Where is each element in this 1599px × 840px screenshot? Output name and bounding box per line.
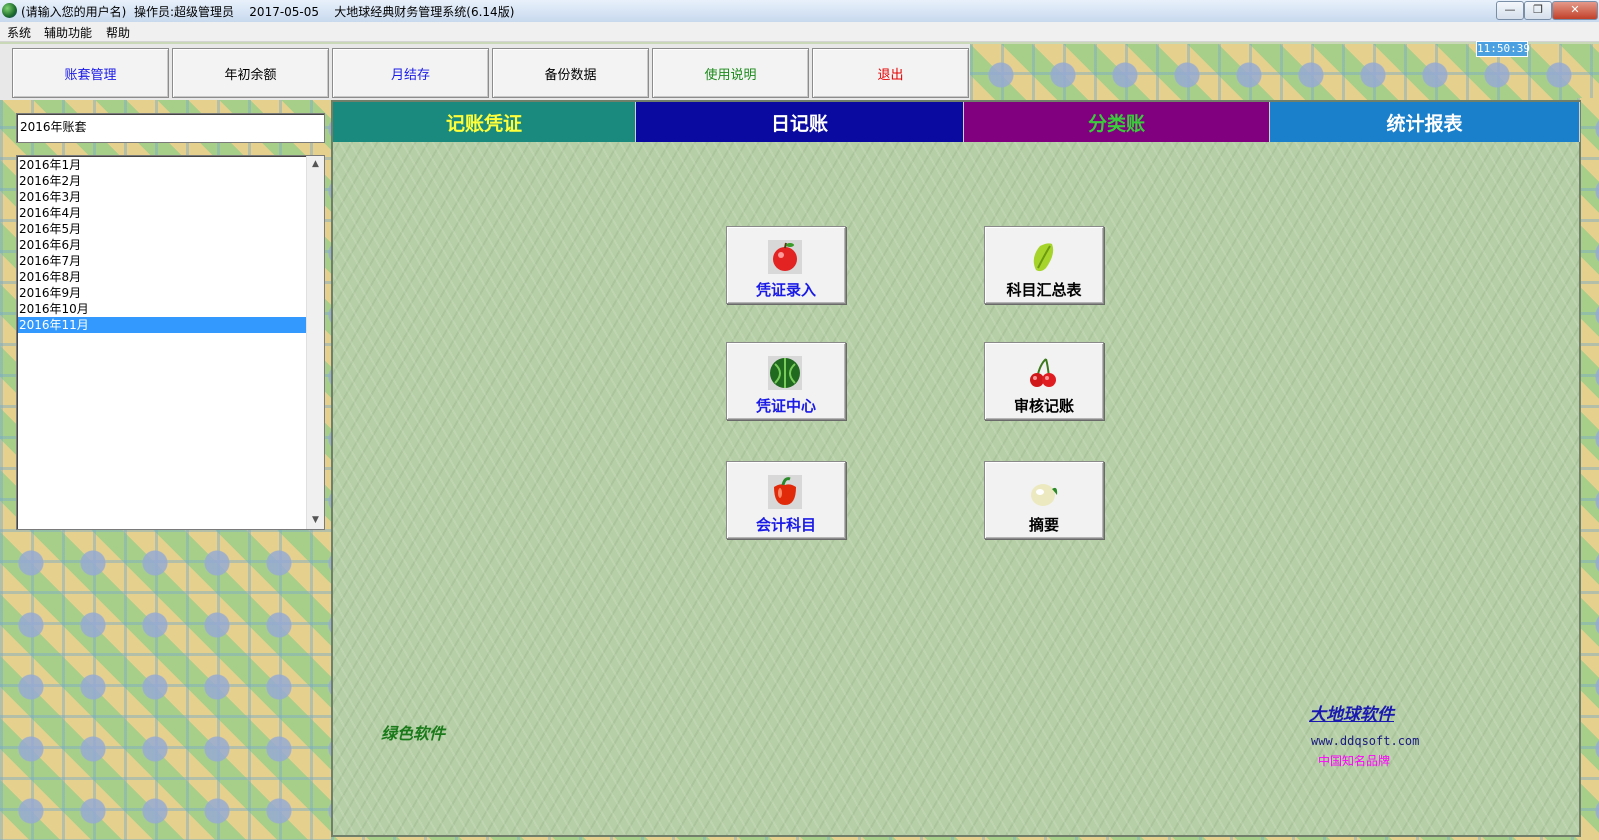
period-list[interactable]: 2016年1月 2016年2月 2016年3月 2016年4月 2016年5月 …	[16, 155, 325, 530]
backup-label: 备份数据	[544, 67, 597, 83]
month-end-button[interactable]: 月结存	[332, 48, 489, 98]
scroll-down-icon[interactable]: ▼	[307, 512, 324, 529]
audit-posting-button[interactable]: 审核记账	[984, 342, 1104, 420]
account-set-value: 2016年账套	[20, 120, 87, 134]
exit-label: 退出	[877, 67, 904, 83]
opening-balance-label: 年初余额	[224, 67, 277, 83]
melon-icon	[1031, 484, 1058, 506]
list-item[interactable]: 2016年6月	[18, 237, 307, 253]
account-management-label: 账套管理	[64, 67, 117, 83]
close-button[interactable]: ✕	[1552, 1, 1598, 20]
help-manual-button[interactable]: 使用说明	[652, 48, 809, 98]
menu-tools[interactable]: 辅助功能	[44, 24, 92, 41]
accounting-subjects-label: 会计科目	[755, 516, 816, 534]
opening-balance-button[interactable]: 年初余额	[172, 48, 329, 98]
tab-ledger-label: 分类账	[1087, 112, 1145, 135]
tab-voucher[interactable]: 记账凭证	[333, 102, 636, 142]
voucher-entry-button[interactable]: 凭证录入	[726, 226, 846, 304]
minimize-button[interactable]: —	[1496, 1, 1524, 20]
help-manual-label: 使用说明	[704, 67, 757, 83]
tab-voucher-label: 记账凭证	[445, 112, 522, 135]
window-title: (请输入您的用户名) 操作员:超级管理员 2017-05-05 大地球经典财务管…	[21, 5, 515, 19]
tab-reports-label: 统计报表	[1386, 112, 1463, 135]
cherry-icon	[1030, 358, 1056, 387]
list-item[interactable]: 2016年1月	[18, 157, 307, 173]
tab-ledger[interactable]: 分类账	[964, 102, 1270, 142]
maximize-button[interactable]: ❐	[1524, 1, 1552, 20]
account-management-button[interactable]: 账套管理	[12, 48, 169, 98]
voucher-entry-label: 凭证录入	[755, 281, 816, 299]
green-software-label: 绿色软件	[381, 724, 446, 743]
exit-button[interactable]: 退出	[812, 48, 969, 98]
audit-posting-label: 审核记账	[1013, 397, 1074, 415]
month-end-label: 月结存	[390, 67, 430, 83]
tab-journal[interactable]: 日记账	[636, 102, 964, 142]
apple-icon	[768, 240, 802, 274]
main-panel: 记账凭证 日记账 分类账 统计报表 凭证录入 凭证中心 会计科目 科目汇总表 审…	[331, 100, 1581, 837]
accounting-subjects-button[interactable]: 会计科目	[726, 461, 846, 539]
list-item[interactable]: 2016年9月	[18, 285, 307, 301]
watermelon-icon	[768, 356, 802, 390]
pepper-icon	[768, 475, 802, 509]
menu-bar: 系统 辅助功能 帮助	[0, 22, 1599, 42]
scroll-up-icon[interactable]: ▲	[307, 156, 324, 173]
tab-reports[interactable]: 统计报表	[1270, 102, 1580, 142]
list-item[interactable]: 2016年7月	[18, 253, 307, 269]
subject-summary-label: 科目汇总表	[1006, 281, 1082, 299]
list-item[interactable]: 2016年2月	[18, 173, 307, 189]
company-url: www.ddqsoft.com	[1311, 734, 1420, 748]
summary-button[interactable]: 摘要	[984, 461, 1104, 539]
title-bar: (请输入您的用户名) 操作员:超级管理员 2017-05-05 大地球经典财务管…	[0, 0, 1599, 23]
list-item[interactable]: 2016年5月	[18, 221, 307, 237]
account-set-field[interactable]: 2016年账套	[16, 113, 325, 143]
slogan: 中国知名品牌	[1318, 754, 1391, 768]
tab-journal-label: 日记账	[770, 112, 828, 135]
voucher-center-label: 凭证中心	[755, 397, 816, 415]
period-list-scrollbar[interactable]: ▲ ▼	[306, 156, 324, 529]
menu-help[interactable]: 帮助	[106, 24, 130, 41]
subject-summary-button[interactable]: 科目汇总表	[984, 226, 1104, 304]
starfruit-icon	[1033, 243, 1054, 272]
company-name: 大地球软件	[1309, 705, 1394, 725]
list-item[interactable]: 2016年4月	[18, 205, 307, 221]
voucher-center-button[interactable]: 凭证中心	[726, 342, 846, 420]
summary-label: 摘要	[1028, 516, 1059, 534]
list-item[interactable]: 2016年8月	[18, 269, 307, 285]
list-item[interactable]: 2016年10月	[18, 301, 307, 317]
list-item[interactable]: 2016年3月	[18, 189, 307, 205]
list-item-selected[interactable]: 2016年11月	[18, 317, 307, 333]
menu-system[interactable]: 系统	[7, 24, 31, 41]
backup-button[interactable]: 备份数据	[492, 48, 649, 98]
clock: 11:50:39	[1476, 41, 1530, 57]
globe-icon	[2, 3, 17, 18]
